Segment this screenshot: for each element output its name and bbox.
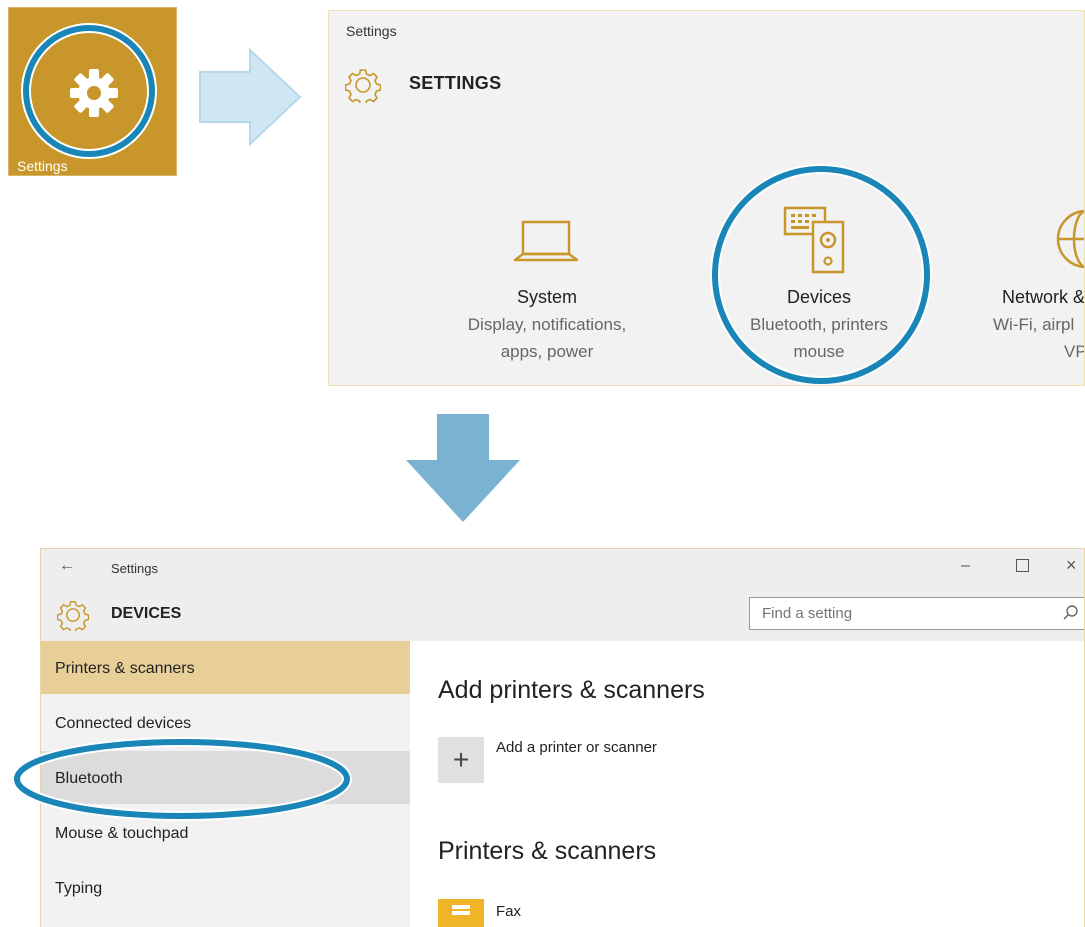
page-title: SETTINGS bbox=[409, 73, 502, 93]
page-title: DEVICES bbox=[111, 605, 182, 622]
back-arrow-icon[interactable]: ← bbox=[59, 557, 75, 575]
category-name: System bbox=[516, 287, 577, 307]
highlight-ring-bluetooth bbox=[12, 737, 352, 821]
highlight-ring-tile bbox=[21, 23, 157, 159]
arrow-down-icon bbox=[406, 414, 520, 522]
window-title: Settings bbox=[111, 561, 158, 576]
category-desc-line1: Display, notifications, bbox=[467, 315, 627, 334]
close-button[interactable]: × bbox=[1066, 555, 1077, 576]
gear-outline-icon bbox=[57, 600, 89, 631]
sidebar-item-printers-scanners[interactable]: Printers & scanners bbox=[41, 641, 410, 694]
plus-icon: + bbox=[452, 744, 470, 775]
category-system[interactable]: System Display, notifications, apps, pow… bbox=[429, 211, 665, 371]
tile-label: Settings bbox=[17, 158, 68, 174]
window-title: Settings bbox=[346, 23, 397, 39]
search-box bbox=[749, 597, 1084, 630]
gear-outline-icon bbox=[345, 69, 381, 103]
search-icon[interactable] bbox=[1062, 604, 1080, 622]
sidebar-item-typing[interactable]: Typing bbox=[41, 861, 410, 914]
add-printer-label[interactable]: Add a printer or scanner bbox=[496, 739, 657, 756]
device-name[interactable]: Fax bbox=[496, 903, 521, 920]
main-content: Add printers & scanners + Add a printer … bbox=[410, 641, 1084, 927]
maximize-button[interactable] bbox=[1016, 559, 1029, 572]
category-desc-line2: VP bbox=[1064, 342, 1085, 361]
category-desc-line2: apps, power bbox=[500, 342, 594, 361]
highlight-ring-devices bbox=[710, 164, 932, 385]
printer-icon bbox=[438, 899, 484, 927]
globe-icon bbox=[1056, 209, 1084, 269]
settings-home-window: Settings SETTINGS System Display, notifi… bbox=[328, 10, 1085, 386]
section-heading-add: Add printers & scanners bbox=[438, 676, 705, 704]
add-printer-button[interactable]: + bbox=[438, 737, 484, 783]
minimize-button[interactable]: – bbox=[961, 557, 970, 575]
search-input[interactable] bbox=[750, 598, 1074, 629]
arrow-right-icon bbox=[199, 48, 302, 146]
category-network[interactable]: Network & Wi-Fi, airpl VP bbox=[969, 206, 1085, 371]
category-desc-line1: Wi-Fi, airpl bbox=[993, 315, 1075, 334]
category-name: Network & bbox=[1002, 287, 1085, 307]
laptop-icon bbox=[513, 220, 579, 262]
section-heading-printers: Printers & scanners bbox=[438, 837, 657, 865]
